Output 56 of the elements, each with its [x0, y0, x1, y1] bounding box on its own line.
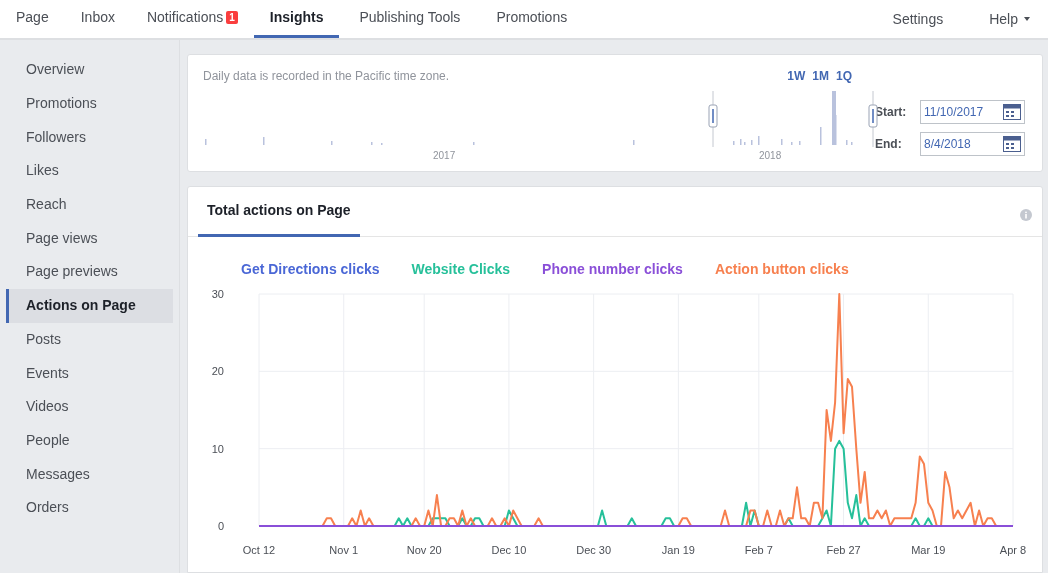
x-axis-label: Mar 19	[911, 544, 946, 556]
range-preset-link[interactable]: 1M	[812, 67, 829, 85]
settings-link[interactable]: Settings	[892, 0, 944, 38]
legend-label: Get Directions clicks	[241, 260, 380, 279]
sidebar-item[interactable]: Page views	[6, 221, 173, 256]
sidebar-item[interactable]: Overview	[6, 53, 173, 87]
calendar-icon[interactable]	[1003, 136, 1021, 152]
year-label: 2017	[433, 149, 456, 163]
sidebar-item[interactable]: Likes	[6, 154, 173, 188]
sidebar-item[interactable]: People	[6, 423, 173, 458]
sidebar-item[interactable]: Messages	[6, 457, 173, 491]
x-axis-label: Feb 7	[744, 544, 773, 556]
sidebar-item[interactable]: Promotions	[6, 86, 173, 121]
x-axis-label: Dec 10	[491, 544, 527, 556]
nav-tab[interactable]: Publishing Tools	[339, 0, 481, 38]
sidebar-item[interactable]: Events	[6, 356, 173, 390]
nav-tab[interactable]: Notifications 1	[130, 0, 254, 38]
sidebar-item[interactable]: Reach	[6, 187, 173, 222]
x-axis-label: Apr 8	[999, 544, 1027, 556]
sidebar-item[interactable]: Orders	[6, 490, 173, 525]
range-preset-link[interactable]: 1Q	[836, 67, 852, 85]
sidebar-item[interactable]: Actions on Page	[6, 288, 173, 323]
range-handle-icon[interactable]	[708, 91, 718, 147]
calendar-icon[interactable]	[1003, 104, 1021, 120]
x-axis-label: Feb 27	[826, 544, 861, 556]
sidebar-item[interactable]: Page previews	[6, 255, 173, 289]
y-axis-label: 30	[211, 288, 224, 300]
range-preset-link[interactable]: 1W	[787, 67, 806, 85]
y-axis-label: 0	[217, 520, 224, 532]
date-field[interactable]: 11/10/2017	[920, 100, 1025, 124]
nav-tab[interactable]: Page	[16, 0, 65, 38]
date-label: Start:	[875, 104, 908, 121]
nav-tab[interactable]: Promotions	[480, 0, 584, 38]
x-axis-label: Dec 30	[576, 544, 612, 556]
nav-tab[interactable]: Insights	[253, 0, 340, 38]
sidebar-item[interactable]: Followers	[6, 120, 173, 155]
year-label: 2018	[759, 149, 782, 163]
help-menu[interactable]: Help	[989, 0, 1030, 38]
chart-tab[interactable]: Total actions on Page	[198, 200, 360, 237]
legend-label: Website Clicks	[411, 260, 511, 279]
date-field[interactable]: 8/4/2018	[920, 132, 1025, 156]
nav-tab[interactable]: Inbox	[64, 0, 131, 38]
sidebar-item[interactable]: Posts	[6, 322, 173, 357]
legend-label: Phone number clicks	[542, 260, 683, 279]
x-axis-label: Jan 19	[661, 544, 695, 556]
x-axis-label: Nov 20	[406, 544, 442, 556]
date-label: End:	[875, 136, 903, 153]
x-axis-label: Oct 12	[242, 544, 276, 556]
sidebar-item[interactable]: Videos	[6, 389, 173, 424]
legend-label: Action button clicks	[714, 260, 849, 279]
caret-icon	[1024, 17, 1030, 21]
timezone-note: Daily data is recorded in the Pacific time zone.	[203, 68, 450, 85]
x-axis-label: Nov 1	[329, 544, 359, 556]
y-axis-label: 10	[211, 442, 224, 455]
y-axis-label: 20	[211, 365, 224, 378]
notification-badge: 1	[226, 11, 238, 24]
